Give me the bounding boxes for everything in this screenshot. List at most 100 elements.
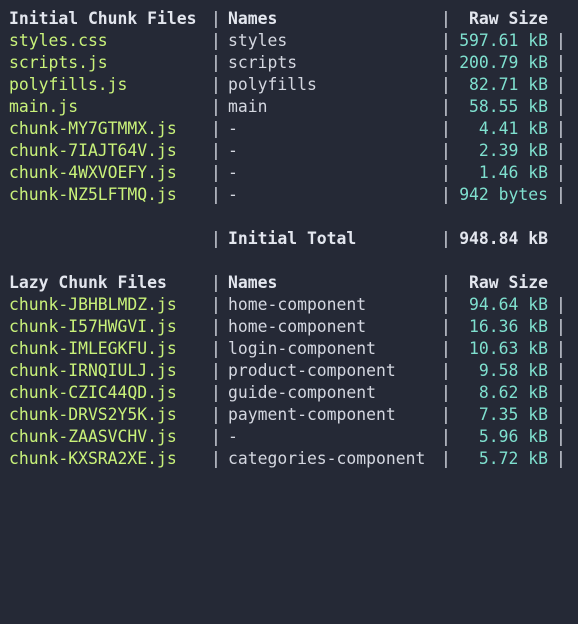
column-separator: | [556,383,566,402]
chunk-file-name: chunk-DRVS2Y5K.js [9,405,177,424]
column-separator: | [441,9,451,28]
table-row: chunk-7IAJT64V.js | - | 2.39 kB | [0,140,578,162]
column-separator: | [211,9,221,28]
chunk-name: scripts [228,53,298,72]
table-row: chunk-NZ5LFTMQ.js | - | 942 bytes | [0,184,578,206]
table-row: chunk-4WXVOEFY.js | - | 1.46 kB | [0,162,578,184]
column-separator: | [441,31,451,50]
table-row: styles.css | styles | 597.61 kB | [0,30,578,52]
column-separator: | [556,427,566,446]
column-separator: | [211,97,221,116]
column-separator: | [211,141,221,160]
chunk-file-name: chunk-ZAASVCHV.js [9,427,177,446]
column-separator: | [211,383,221,402]
column-separator: | [441,53,451,72]
chunk-name: product-component [228,361,396,380]
lazy-table-header: Lazy Chunk Files | Names | Raw Size [0,272,578,294]
column-separator: | [556,295,566,314]
chunk-raw-size: 8.62 kB [478,383,548,402]
column-separator: | [441,185,451,204]
column-separator: | [211,405,221,424]
initial-total-row: | Initial Total | 948.84 kB [0,228,578,250]
column-separator: | [441,119,451,138]
column-separator: | [556,317,566,336]
column-separator: | [556,339,566,358]
chunk-name: - [228,427,238,446]
column-header-names: Names [228,273,278,292]
column-separator: | [211,31,221,50]
table-row: chunk-JBHBLMDZ.js | home-component | 94.… [0,294,578,316]
column-separator: | [556,361,566,380]
table-row: scripts.js | scripts | 200.79 kB | [0,52,578,74]
chunk-raw-size: 597.61 kB [459,31,548,50]
column-separator: | [211,361,221,380]
column-separator: | [211,53,221,72]
chunk-file-name: main.js [9,97,79,116]
chunk-raw-size: 58.55 kB [469,97,548,116]
column-separator: | [441,97,451,116]
table-row: chunk-ZAASVCHV.js | - | 5.96 kB | [0,426,578,448]
column-header-files: Lazy Chunk Files [9,273,167,292]
chunk-file-name: chunk-IRNQIULJ.js [9,361,177,380]
column-separator: | [556,53,566,72]
column-separator: | [211,273,221,292]
table-row: chunk-I57HWGVI.js | home-component | 16.… [0,316,578,338]
column-separator: | [441,427,451,446]
chunk-file-name: chunk-NZ5LFTMQ.js [9,185,177,204]
chunk-raw-size: 1.46 kB [478,163,548,182]
chunk-name: guide-component [228,383,377,402]
chunk-raw-size: 94.64 kB [469,295,548,314]
chunk-name: payment-component [228,405,396,424]
chunk-name: home-component [228,295,367,314]
chunk-raw-size: 942 bytes [459,185,548,204]
chunk-raw-size: 10.63 kB [469,339,548,358]
column-separator: | [211,427,221,446]
column-separator: | [556,449,566,468]
table-row: chunk-IMLEGKFU.js | login-component | 10… [0,338,578,360]
table-row: chunk-KXSRA2XE.js | categories-component… [0,448,578,470]
chunk-file-name: chunk-KXSRA2XE.js [9,449,177,468]
chunk-file-name: chunk-4WXVOEFY.js [9,163,177,182]
table-row: main.js | main | 58.55 kB | [0,96,578,118]
chunk-raw-size: 2.39 kB [478,141,548,160]
column-separator: | [441,295,451,314]
chunk-raw-size: 4.41 kB [478,119,548,138]
chunk-name: - [228,163,238,182]
terminal-output: Initial Chunk Files | Names | Raw Size s… [0,0,578,478]
column-separator: | [441,141,451,160]
column-separator: | [211,317,221,336]
initial-table-header: Initial Chunk Files | Names | Raw Size [0,8,578,30]
chunk-file-name: chunk-CZIC44QD.js [9,383,177,402]
chunk-file-name: chunk-JBHBLMDZ.js [9,295,177,314]
column-separator: | [441,449,451,468]
chunk-name: polyfills [228,75,317,94]
table-row: polyfills.js | polyfills | 82.71 kB | [0,74,578,96]
chunk-name: home-component [228,317,367,336]
chunk-file-name: chunk-MY7GTMMX.js [9,119,177,138]
column-separator: | [556,405,566,424]
column-separator: | [556,75,566,94]
column-separator: | [556,163,566,182]
chunk-raw-size: 5.72 kB [478,449,548,468]
chunk-file-name: chunk-IMLEGKFU.js [9,339,177,358]
column-separator: | [211,119,221,138]
column-header-size: Raw Size [469,273,548,292]
column-separator: | [441,383,451,402]
column-separator: | [556,141,566,160]
column-separator: | [211,295,221,314]
chunk-file-name: styles.css [9,31,108,50]
initial-total-label: Initial Total [228,229,357,248]
chunk-name: main [228,97,268,116]
column-separator: | [211,449,221,468]
chunk-name: styles [228,31,288,50]
table-row: chunk-MY7GTMMX.js | - | 4.41 kB | [0,118,578,140]
column-separator: | [211,229,221,248]
chunk-raw-size: 16.36 kB [469,317,548,336]
column-separator: | [441,229,451,248]
column-separator: | [441,163,451,182]
column-separator: | [556,119,566,138]
column-header-files: Initial Chunk Files [9,9,197,28]
chunk-file-name: chunk-I57HWGVI.js [9,317,177,336]
column-separator: | [211,339,221,358]
chunk-name: categories-component [228,449,426,468]
